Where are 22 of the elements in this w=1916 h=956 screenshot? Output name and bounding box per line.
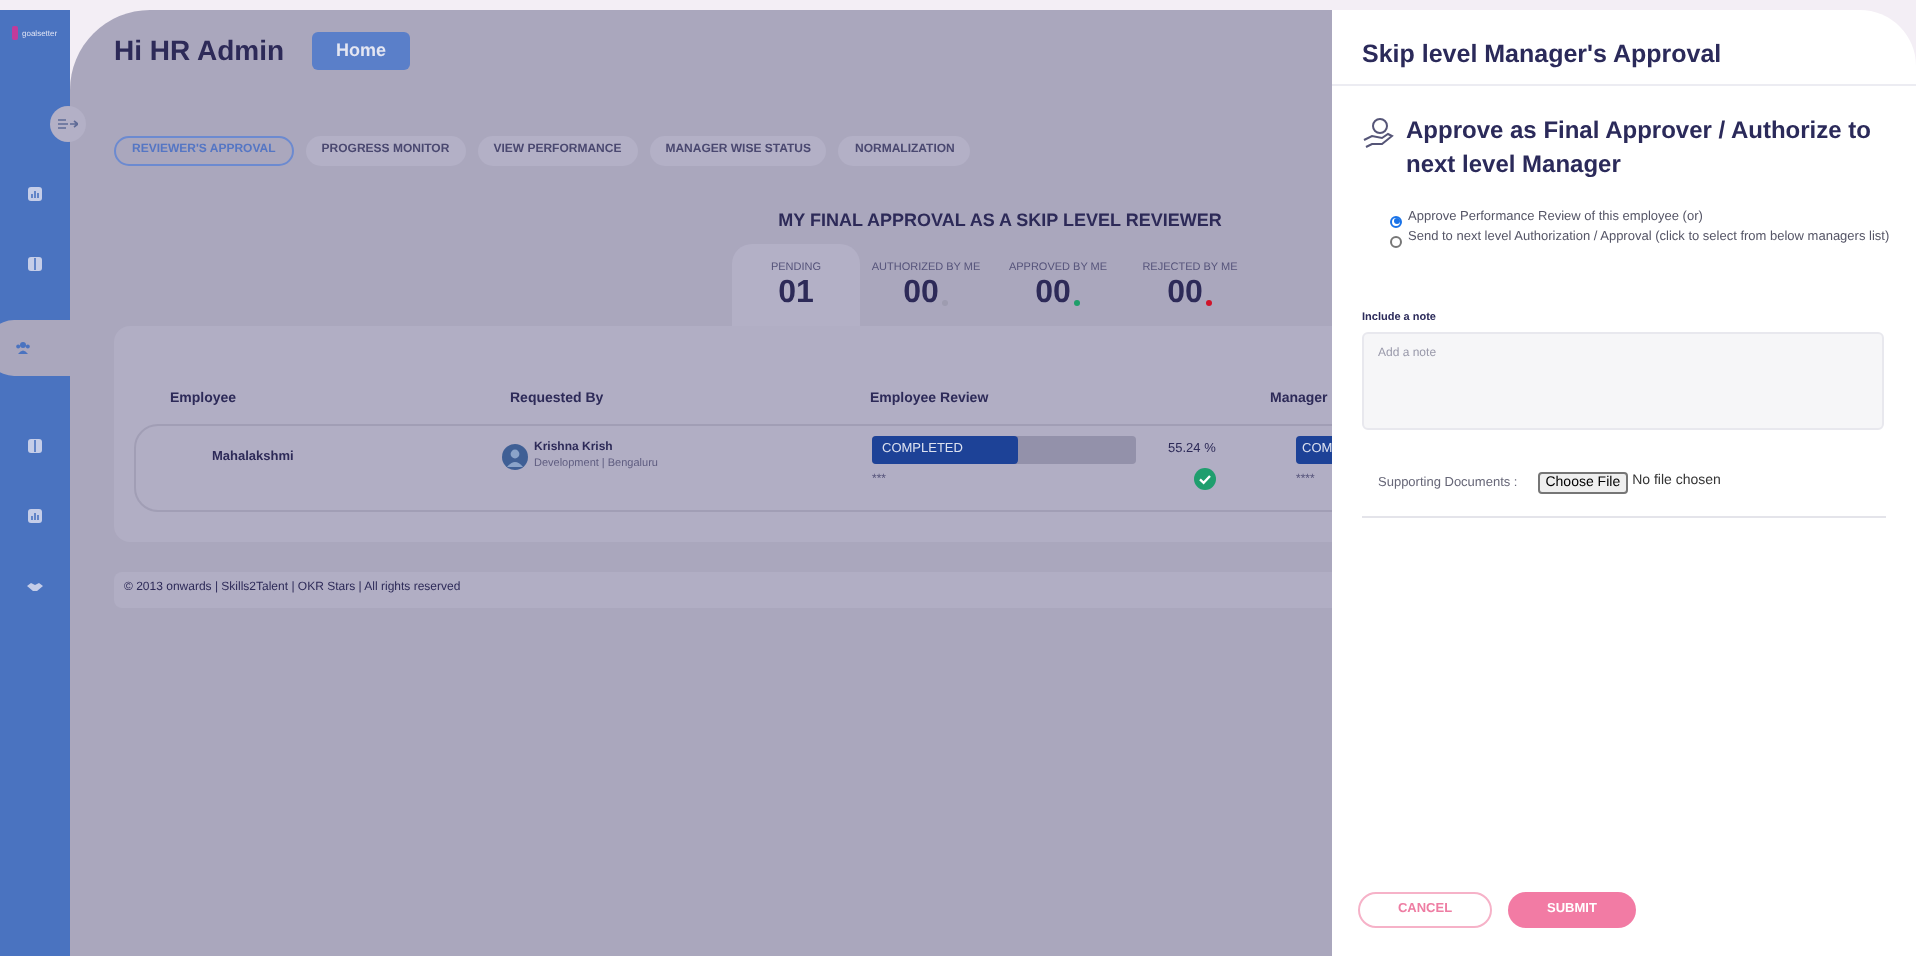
book-icon	[26, 438, 44, 454]
radio-button[interactable]	[1390, 215, 1402, 228]
book-icon	[26, 256, 44, 272]
logo-mark-icon	[12, 26, 18, 40]
hand-coin-icon	[1362, 115, 1398, 152]
chart-icon	[26, 186, 44, 202]
sidebar-item[interactable]	[0, 320, 70, 376]
greeting: Hi HR Admin	[114, 32, 285, 70]
stat-value: 01	[778, 275, 814, 312]
drawer-title: Skip level Manager's Approval	[1360, 38, 1724, 72]
radio-button[interactable]	[1390, 235, 1402, 248]
section-title: MY FINAL APPROVAL AS A SKIP LEVEL REVIEWER	[776, 208, 1224, 234]
chart-icon	[26, 508, 44, 524]
drawer-heading: Approve as Final Approver / Authorize to next level Manager	[1406, 113, 1873, 182]
stat-value: 00	[903, 275, 939, 312]
collapse-icon	[58, 118, 78, 130]
stat-value: 00	[1035, 275, 1071, 312]
handshake-icon	[26, 578, 44, 594]
home-button[interactable]: Home	[312, 32, 411, 70]
avatar	[502, 443, 528, 469]
stat-value: 00	[1167, 275, 1203, 312]
people-icon	[14, 340, 32, 356]
